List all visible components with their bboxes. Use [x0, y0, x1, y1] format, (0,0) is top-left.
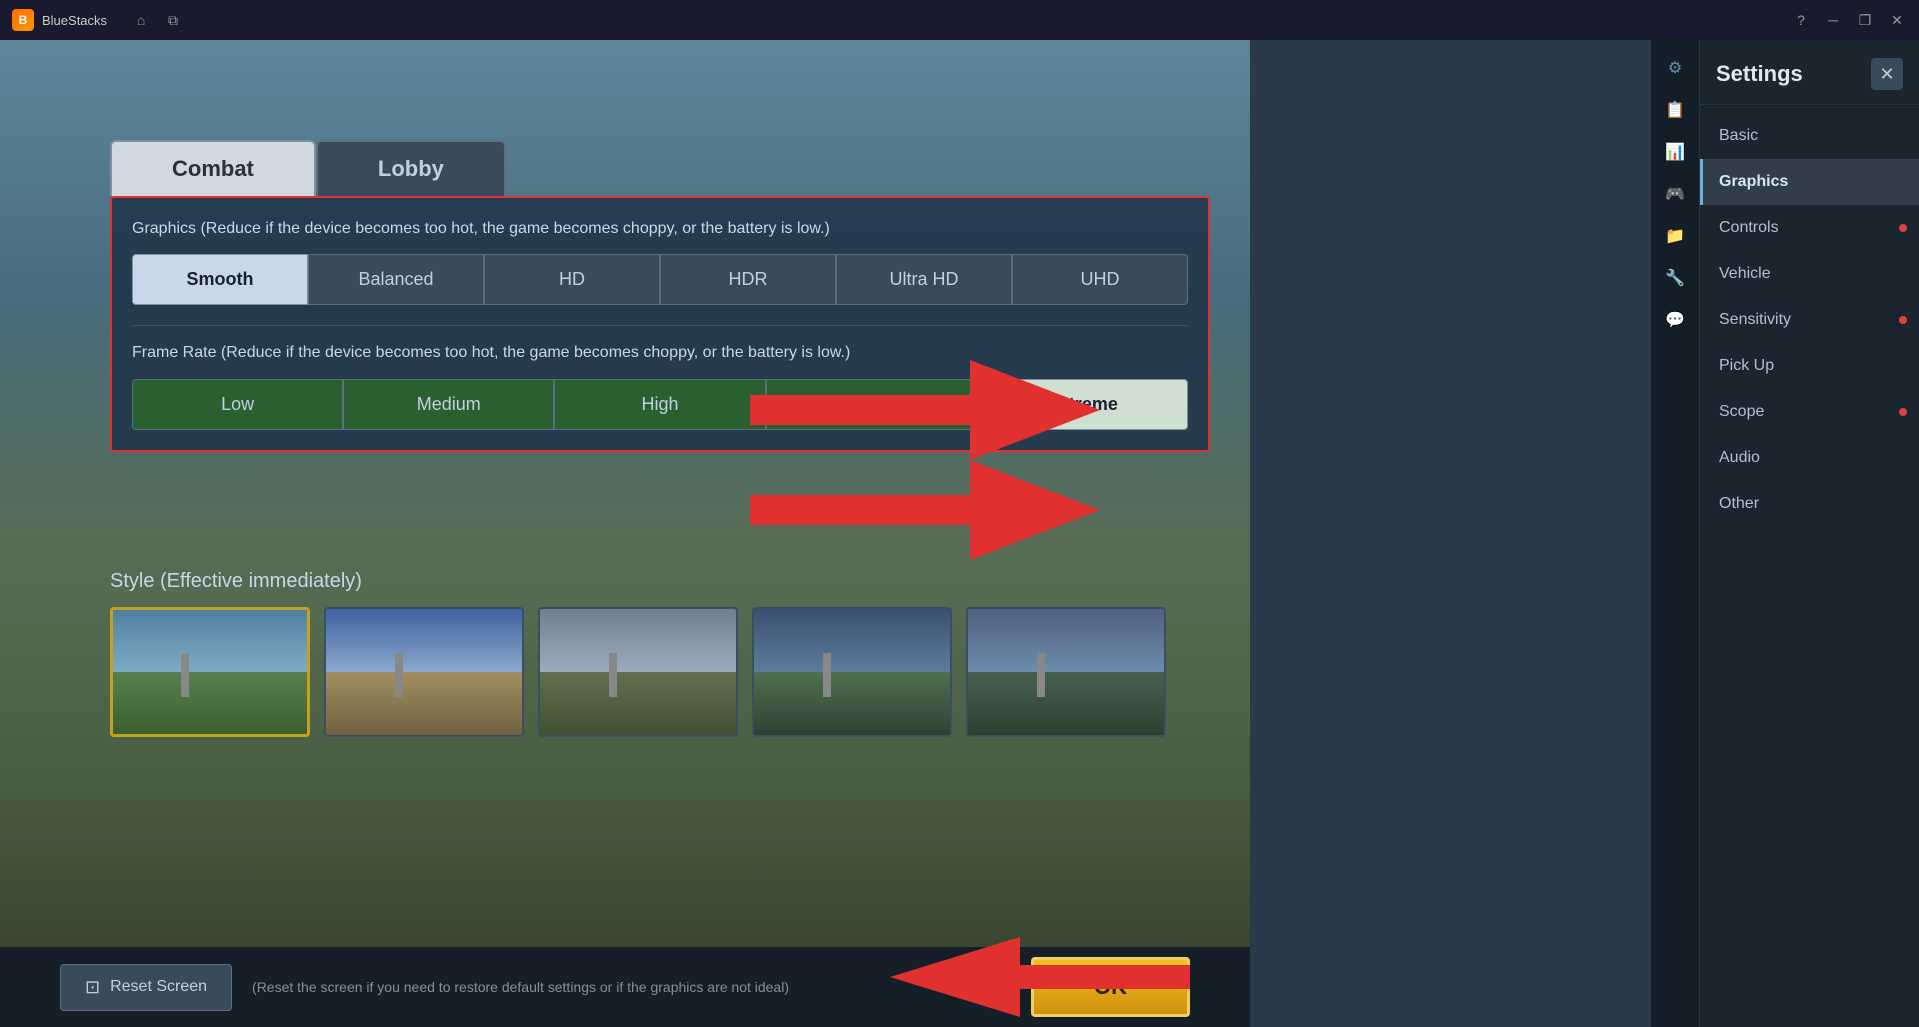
right-icon-strip: ⚙ 📋 📊 🎮 📁 🔧 💬	[1651, 40, 1699, 1027]
icon-btn-6[interactable]: 🔧	[1657, 260, 1693, 296]
style-section-label: Style (Effective immediately)	[110, 570, 1210, 593]
settings-item-controls[interactable]: Controls	[1700, 205, 1919, 251]
settings-menu: Basic Graphics Controls Vehicle Sensitiv…	[1700, 105, 1919, 1027]
style-thumbnails-row	[110, 607, 1210, 737]
style-scene-5	[968, 609, 1164, 735]
controls-dot	[1899, 224, 1907, 232]
settings-item-sensitivity[interactable]: Sensitivity	[1700, 297, 1919, 343]
settings-item-other-label: Other	[1719, 495, 1759, 513]
settings-item-basic-label: Basic	[1719, 127, 1758, 145]
quality-options-row: Smooth Balanced HD HDR Ultra HD UHD	[132, 254, 1188, 305]
style-thumb-4[interactable]	[752, 607, 952, 737]
tabs-row: Combat Lobby	[110, 140, 1210, 196]
style-scene-3	[540, 609, 736, 735]
style-section: Style (Effective immediately)	[110, 570, 1210, 737]
tab-lobby[interactable]: Lobby	[316, 140, 506, 196]
sensitivity-dot	[1899, 316, 1907, 324]
help-button[interactable]: ?	[1787, 6, 1815, 34]
scope-dot	[1899, 408, 1907, 416]
settings-item-vehicle[interactable]: Vehicle	[1700, 251, 1919, 297]
style-thumb-2[interactable]	[324, 607, 524, 737]
arrow-ok	[890, 937, 1190, 1017]
settings-item-sensitivity-label: Sensitivity	[1719, 311, 1791, 329]
settings-panel: Settings ✕ Basic Graphics Controls Vehic…	[1699, 40, 1919, 1027]
settings-item-pickup-label: Pick Up	[1719, 357, 1774, 375]
app-icon: B	[12, 9, 34, 31]
bottom-bar: ⊡ Reset Screen (Reset the screen if you …	[0, 947, 1250, 1027]
titlebar-nav: ⌂ ⧉	[119, 6, 195, 34]
tab-combat[interactable]: Combat	[110, 140, 316, 196]
restore-button[interactable]: ❐	[1851, 6, 1879, 34]
settings-item-scope[interactable]: Scope	[1700, 389, 1919, 435]
settings-item-scope-label: Scope	[1719, 403, 1764, 421]
settings-header: Settings ✕	[1700, 40, 1919, 105]
app-logo: B BlueStacks	[0, 9, 119, 31]
icon-btn-5[interactable]: 📁	[1657, 218, 1693, 254]
icon-btn-1[interactable]: ⚙	[1657, 50, 1693, 86]
quality-hdr[interactable]: HDR	[660, 254, 836, 305]
settings-item-vehicle-label: Vehicle	[1719, 265, 1771, 283]
graphics-label: Graphics (Reduce if the device becomes t…	[132, 218, 1188, 240]
settings-item-audio[interactable]: Audio	[1700, 435, 1919, 481]
settings-item-basic[interactable]: Basic	[1700, 113, 1919, 159]
settings-close-button[interactable]: ✕	[1871, 58, 1903, 90]
settings-item-other[interactable]: Other	[1700, 481, 1919, 527]
settings-item-graphics-label: Graphics	[1719, 173, 1788, 191]
style-scene-1	[113, 610, 307, 734]
quality-smooth[interactable]: Smooth	[132, 254, 308, 305]
minimize-button[interactable]: ─	[1819, 6, 1847, 34]
window-controls: ? ─ ❐ ✕	[1787, 6, 1919, 34]
icon-btn-3[interactable]: 📊	[1657, 134, 1693, 170]
quality-ultra-hd[interactable]: Ultra HD	[836, 254, 1012, 305]
style-scene-4	[754, 609, 950, 735]
style-thumb-1[interactable]	[110, 607, 310, 737]
reset-screen-button[interactable]: ⊡ Reset Screen	[60, 964, 232, 1011]
home-button[interactable]: ⌂	[127, 6, 155, 34]
close-button[interactable]: ✕	[1883, 6, 1911, 34]
icon-btn-4[interactable]: 🎮	[1657, 176, 1693, 212]
framerate-medium[interactable]: Medium	[343, 379, 554, 430]
settings-item-graphics[interactable]: Graphics	[1700, 159, 1919, 205]
app-title: BlueStacks	[42, 13, 107, 28]
titlebar: B BlueStacks ⌂ ⧉ ? ─ ❐ ✕	[0, 0, 1919, 40]
main-content: Combat Lobby Graphics (Reduce if the dev…	[50, 80, 1230, 1027]
settings-item-pickup[interactable]: Pick Up	[1700, 343, 1919, 389]
quality-hd[interactable]: HD	[484, 254, 660, 305]
style-thumb-3[interactable]	[538, 607, 738, 737]
arrow-framerate	[750, 460, 1100, 560]
framerate-high[interactable]: High	[554, 379, 765, 430]
icon-btn-7[interactable]: 💬	[1657, 302, 1693, 338]
settings-title: Settings	[1716, 61, 1803, 87]
icon-btn-2[interactable]: 📋	[1657, 92, 1693, 128]
style-thumb-5[interactable]	[966, 607, 1166, 737]
quality-uhd[interactable]: UHD	[1012, 254, 1188, 305]
settings-item-controls-label: Controls	[1719, 219, 1779, 237]
quality-balanced[interactable]: Balanced	[308, 254, 484, 305]
framerate-low[interactable]: Low	[132, 379, 343, 430]
reset-icon: ⊡	[85, 977, 100, 998]
settings-item-audio-label: Audio	[1719, 449, 1760, 467]
reset-label: Reset Screen	[110, 978, 207, 996]
arrow-graphics	[750, 360, 1100, 460]
layers-button[interactable]: ⧉	[159, 6, 187, 34]
style-scene-2	[326, 609, 522, 735]
section-divider	[132, 325, 1188, 326]
game-area: Combat Lobby Graphics (Reduce if the dev…	[0, 40, 1250, 1027]
